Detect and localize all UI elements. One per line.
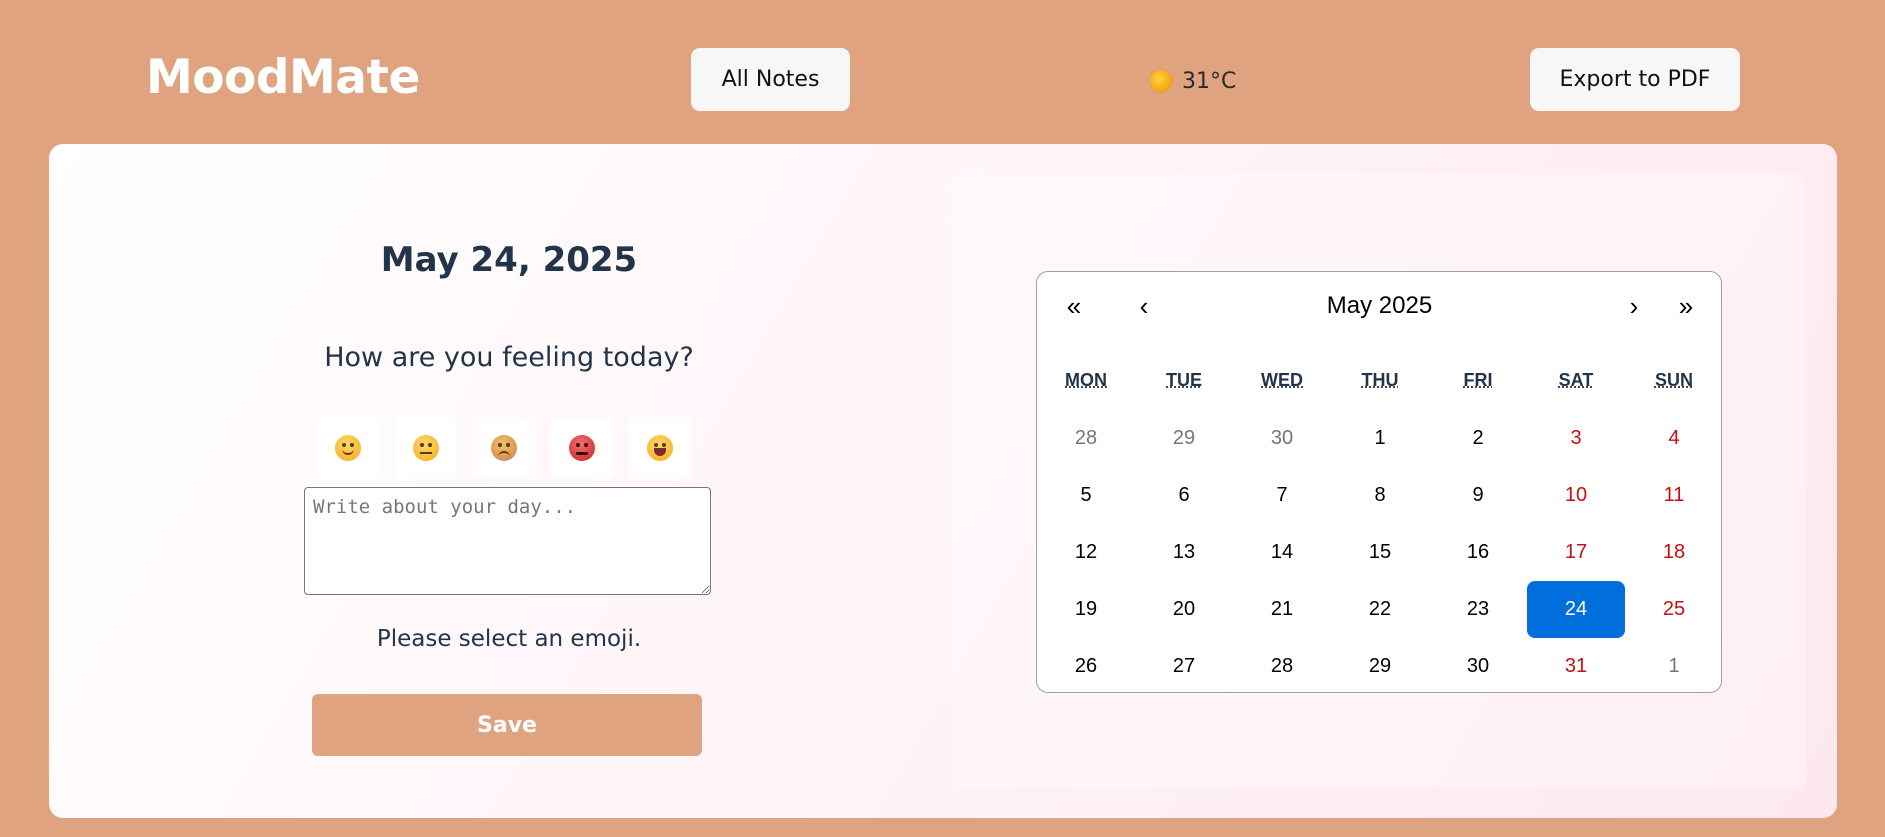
app-header: MoodMate All Notes 31°C Export to PDF [0, 0, 1885, 144]
calendar-day-selected[interactable]: 24 [1527, 581, 1625, 638]
calendar-day[interactable]: 28 [1037, 410, 1135, 467]
emoji-grinning-button[interactable] [629, 417, 691, 479]
next-year-button[interactable]: » [1661, 284, 1711, 328]
calendar-day[interactable]: 20 [1135, 581, 1233, 638]
calendar-day[interactable]: 27 [1135, 638, 1233, 695]
neutral-face-icon [413, 435, 439, 461]
emoji-angry-button[interactable] [551, 417, 613, 479]
calendar-day[interactable]: 2 [1429, 410, 1527, 467]
calendar-day[interactable]: 11 [1625, 467, 1723, 524]
sun-icon [1150, 70, 1172, 92]
weekday-label: MON [1065, 370, 1107, 390]
selected-date-title: May 24, 2025 [380, 240, 638, 280]
mood-prompt: How are you feeling today? [324, 342, 694, 373]
emoji-picker [317, 417, 691, 479]
angry-face-icon [569, 435, 595, 461]
entry-panel: May 24, 2025 How are you feeling today? … [49, 144, 969, 818]
emoji-neutral-button[interactable] [395, 417, 457, 479]
emoji-sad-button[interactable] [473, 417, 535, 479]
weather-temperature: 31°C [1182, 68, 1237, 94]
calendar-day[interactable]: 16 [1429, 524, 1527, 581]
calendar-day[interactable]: 26 [1037, 638, 1135, 695]
sad-face-icon [491, 435, 517, 461]
app-logo: MoodMate [146, 50, 420, 105]
prev-year-button[interactable]: « [1049, 284, 1099, 328]
calendar-day[interactable]: 25 [1625, 581, 1723, 638]
calendar-day[interactable]: 29 [1135, 410, 1233, 467]
next-month-button[interactable]: › [1609, 284, 1659, 328]
calendar-day[interactable]: 30 [1233, 410, 1331, 467]
calendar-day[interactable]: 10 [1527, 467, 1625, 524]
emoji-happy-button[interactable] [317, 417, 379, 479]
calendar-day[interactable]: 1 [1331, 410, 1429, 467]
weekday-label: SUN [1654, 370, 1693, 390]
calendar-day[interactable]: 18 [1625, 524, 1723, 581]
calendar-panel: « ‹ May 2025 › » MON TUE WED THU FRI SAT… [951, 174, 1806, 788]
calendar-navigation: « ‹ May 2025 › » [1037, 272, 1723, 340]
calendar-day[interactable]: 21 [1233, 581, 1331, 638]
journal-textarea[interactable] [304, 487, 711, 595]
calendar-day[interactable]: 31 [1527, 638, 1625, 695]
weekday-label: FRI [1463, 370, 1493, 390]
calendar-day[interactable]: 3 [1527, 410, 1625, 467]
calendar-day[interactable]: 17 [1527, 524, 1625, 581]
calendar-day[interactable]: 12 [1037, 524, 1135, 581]
weekday-label: THU [1361, 370, 1399, 390]
prev-month-button[interactable]: ‹ [1119, 284, 1169, 328]
calendar-day[interactable]: 22 [1331, 581, 1429, 638]
all-notes-button[interactable]: All Notes [691, 48, 850, 111]
calendar-day[interactable]: 7 [1233, 467, 1331, 524]
calendar-day[interactable]: 13 [1135, 524, 1233, 581]
calendar-day[interactable]: 9 [1429, 467, 1527, 524]
calendar-day[interactable]: 23 [1429, 581, 1527, 638]
weekday-label: WED [1261, 370, 1303, 390]
main-card: May 24, 2025 How are you feeling today? … [49, 144, 1837, 818]
export-pdf-button[interactable]: Export to PDF [1530, 48, 1740, 111]
calendar-day[interactable]: 5 [1037, 467, 1135, 524]
calendar-day[interactable]: 30 [1429, 638, 1527, 695]
calendar-month-label[interactable]: May 2025 [1177, 284, 1582, 328]
calendar-day[interactable]: 28 [1233, 638, 1331, 695]
calendar-day[interactable]: 14 [1233, 524, 1331, 581]
calendar-day[interactable]: 8 [1331, 467, 1429, 524]
calendar-days-grid: 28 29 30 1 2 3 4 5 6 7 8 9 10 11 12 13 14 15 16 17 18 19 20 21 2… [1037, 410, 1723, 695]
weekday-label: TUE [1166, 370, 1202, 390]
calendar-day[interactable]: 19 [1037, 581, 1135, 638]
calendar-day[interactable]: 29 [1331, 638, 1429, 695]
calendar: « ‹ May 2025 › » MON TUE WED THU FRI SAT… [1036, 271, 1722, 693]
calendar-day[interactable]: 1 [1625, 638, 1723, 695]
smiling-face-icon [335, 435, 361, 461]
calendar-weekdays: MON TUE WED THU FRI SAT SUN [1037, 370, 1723, 391]
weather-widget: 31°C [1150, 66, 1236, 96]
grinning-face-icon [647, 435, 673, 461]
save-button[interactable]: Save [312, 694, 702, 756]
weekday-label: SAT [1558, 370, 1594, 390]
status-message: Please select an emoji. [376, 626, 642, 652]
calendar-day[interactable]: 4 [1625, 410, 1723, 467]
calendar-day[interactable]: 6 [1135, 467, 1233, 524]
calendar-day[interactable]: 15 [1331, 524, 1429, 581]
